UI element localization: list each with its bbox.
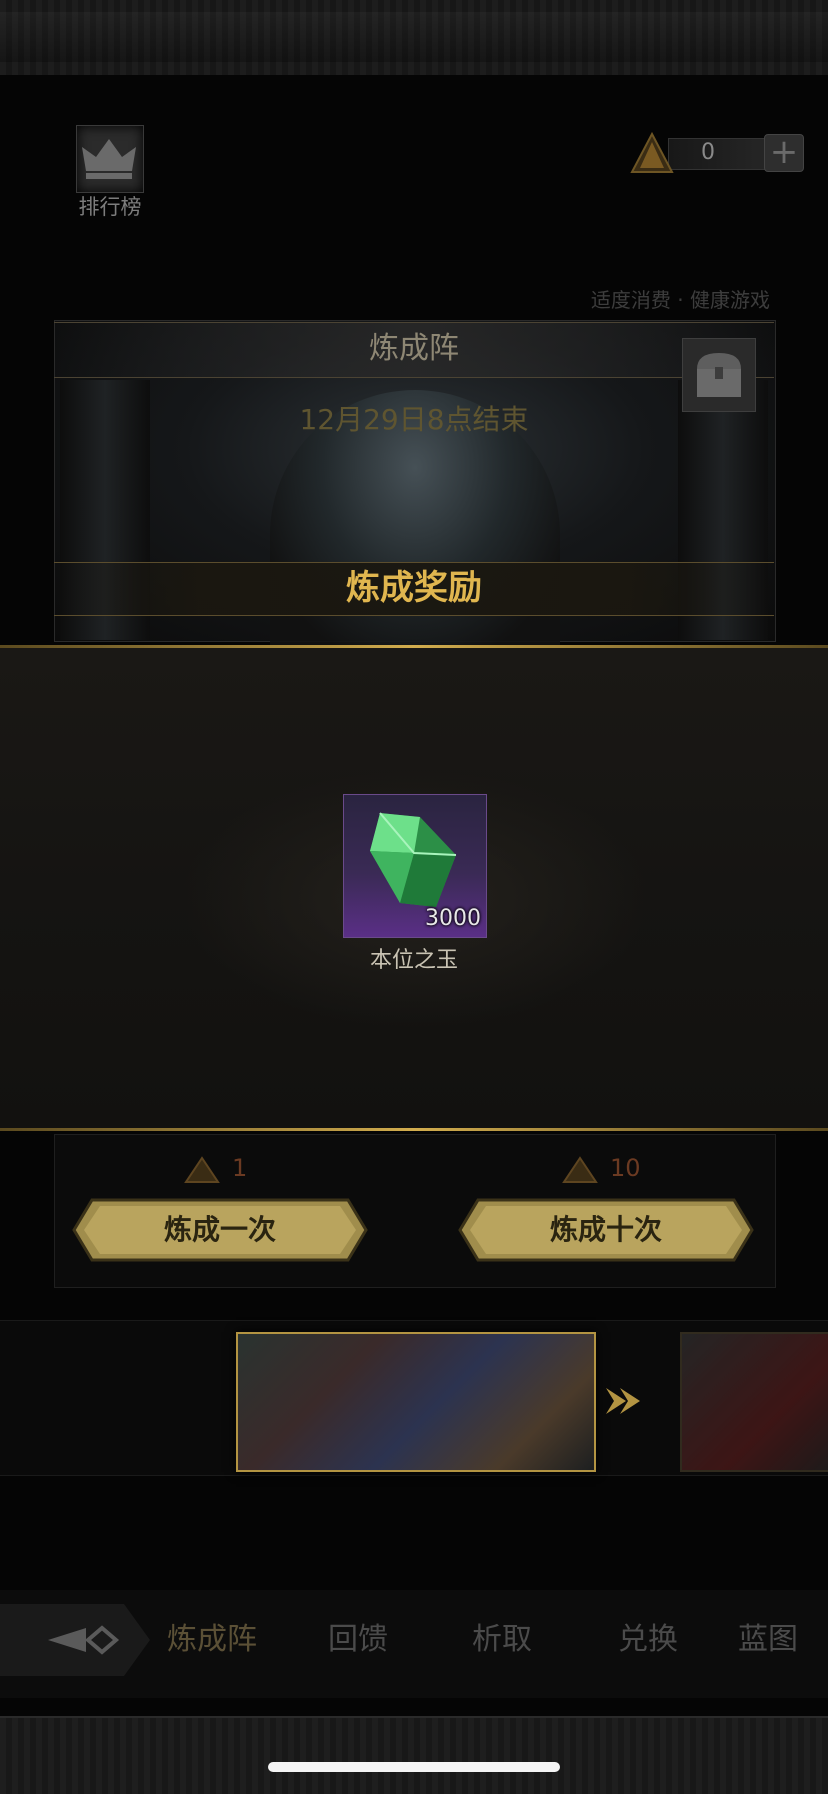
ten-cost: 10 [560, 1154, 680, 1188]
pyramid-token-icon [184, 1156, 220, 1183]
reward-title: 炼成奖励 [346, 568, 482, 608]
health-notice: 适度消费 · 健康游戏 [590, 288, 770, 312]
chevron-right-icon[interactable] [604, 1384, 644, 1418]
panel-title: 炼成阵 [369, 331, 459, 366]
forge-ten-label: 炼成十次 [549, 1213, 662, 1246]
leaderboard-label: 排行榜 [78, 195, 142, 219]
currency-display: 0 + [628, 132, 804, 174]
tab-alchemy[interactable]: 炼成阵 [152, 1610, 272, 1670]
top-decorative-border [0, 0, 828, 77]
single-cost: 1 [182, 1154, 302, 1188]
tab-exchange[interactable]: 兑换 [586, 1610, 710, 1670]
crown-icon [82, 139, 136, 179]
leaderboard-button[interactable]: 排行榜 [70, 125, 150, 220]
tab-extract[interactable]: 析取 [440, 1610, 564, 1670]
back-arrow-icon[interactable] [0, 1604, 150, 1676]
single-cost-value: 1 [232, 1154, 248, 1182]
event-end-time: 12月29日8点结束 [299, 403, 529, 436]
tab-rewards[interactable]: 回馈 [296, 1610, 420, 1670]
banner-current[interactable] [236, 1332, 596, 1472]
forge-once-label: 炼成一次 [163, 1213, 276, 1246]
gold-divider-bottom [0, 1128, 828, 1131]
home-indicator[interactable] [268, 1762, 560, 1772]
bottom-decorative-border [0, 1716, 828, 1794]
ten-cost-value: 10 [610, 1154, 641, 1182]
reward-item-quantity: 3000 [425, 906, 481, 931]
tab-blueprint[interactable]: 蓝图 [738, 1610, 828, 1670]
banner-next[interactable] [680, 1332, 828, 1472]
forge-once-button[interactable]: 炼成一次 [72, 1198, 368, 1262]
reward-item-name: 本位之玉 [369, 948, 458, 973]
add-currency-button[interactable]: + [764, 134, 804, 172]
forge-ten-button[interactable]: 炼成十次 [458, 1198, 754, 1262]
currency-value: 0 [701, 140, 715, 165]
pyramid-token-icon [562, 1156, 598, 1183]
